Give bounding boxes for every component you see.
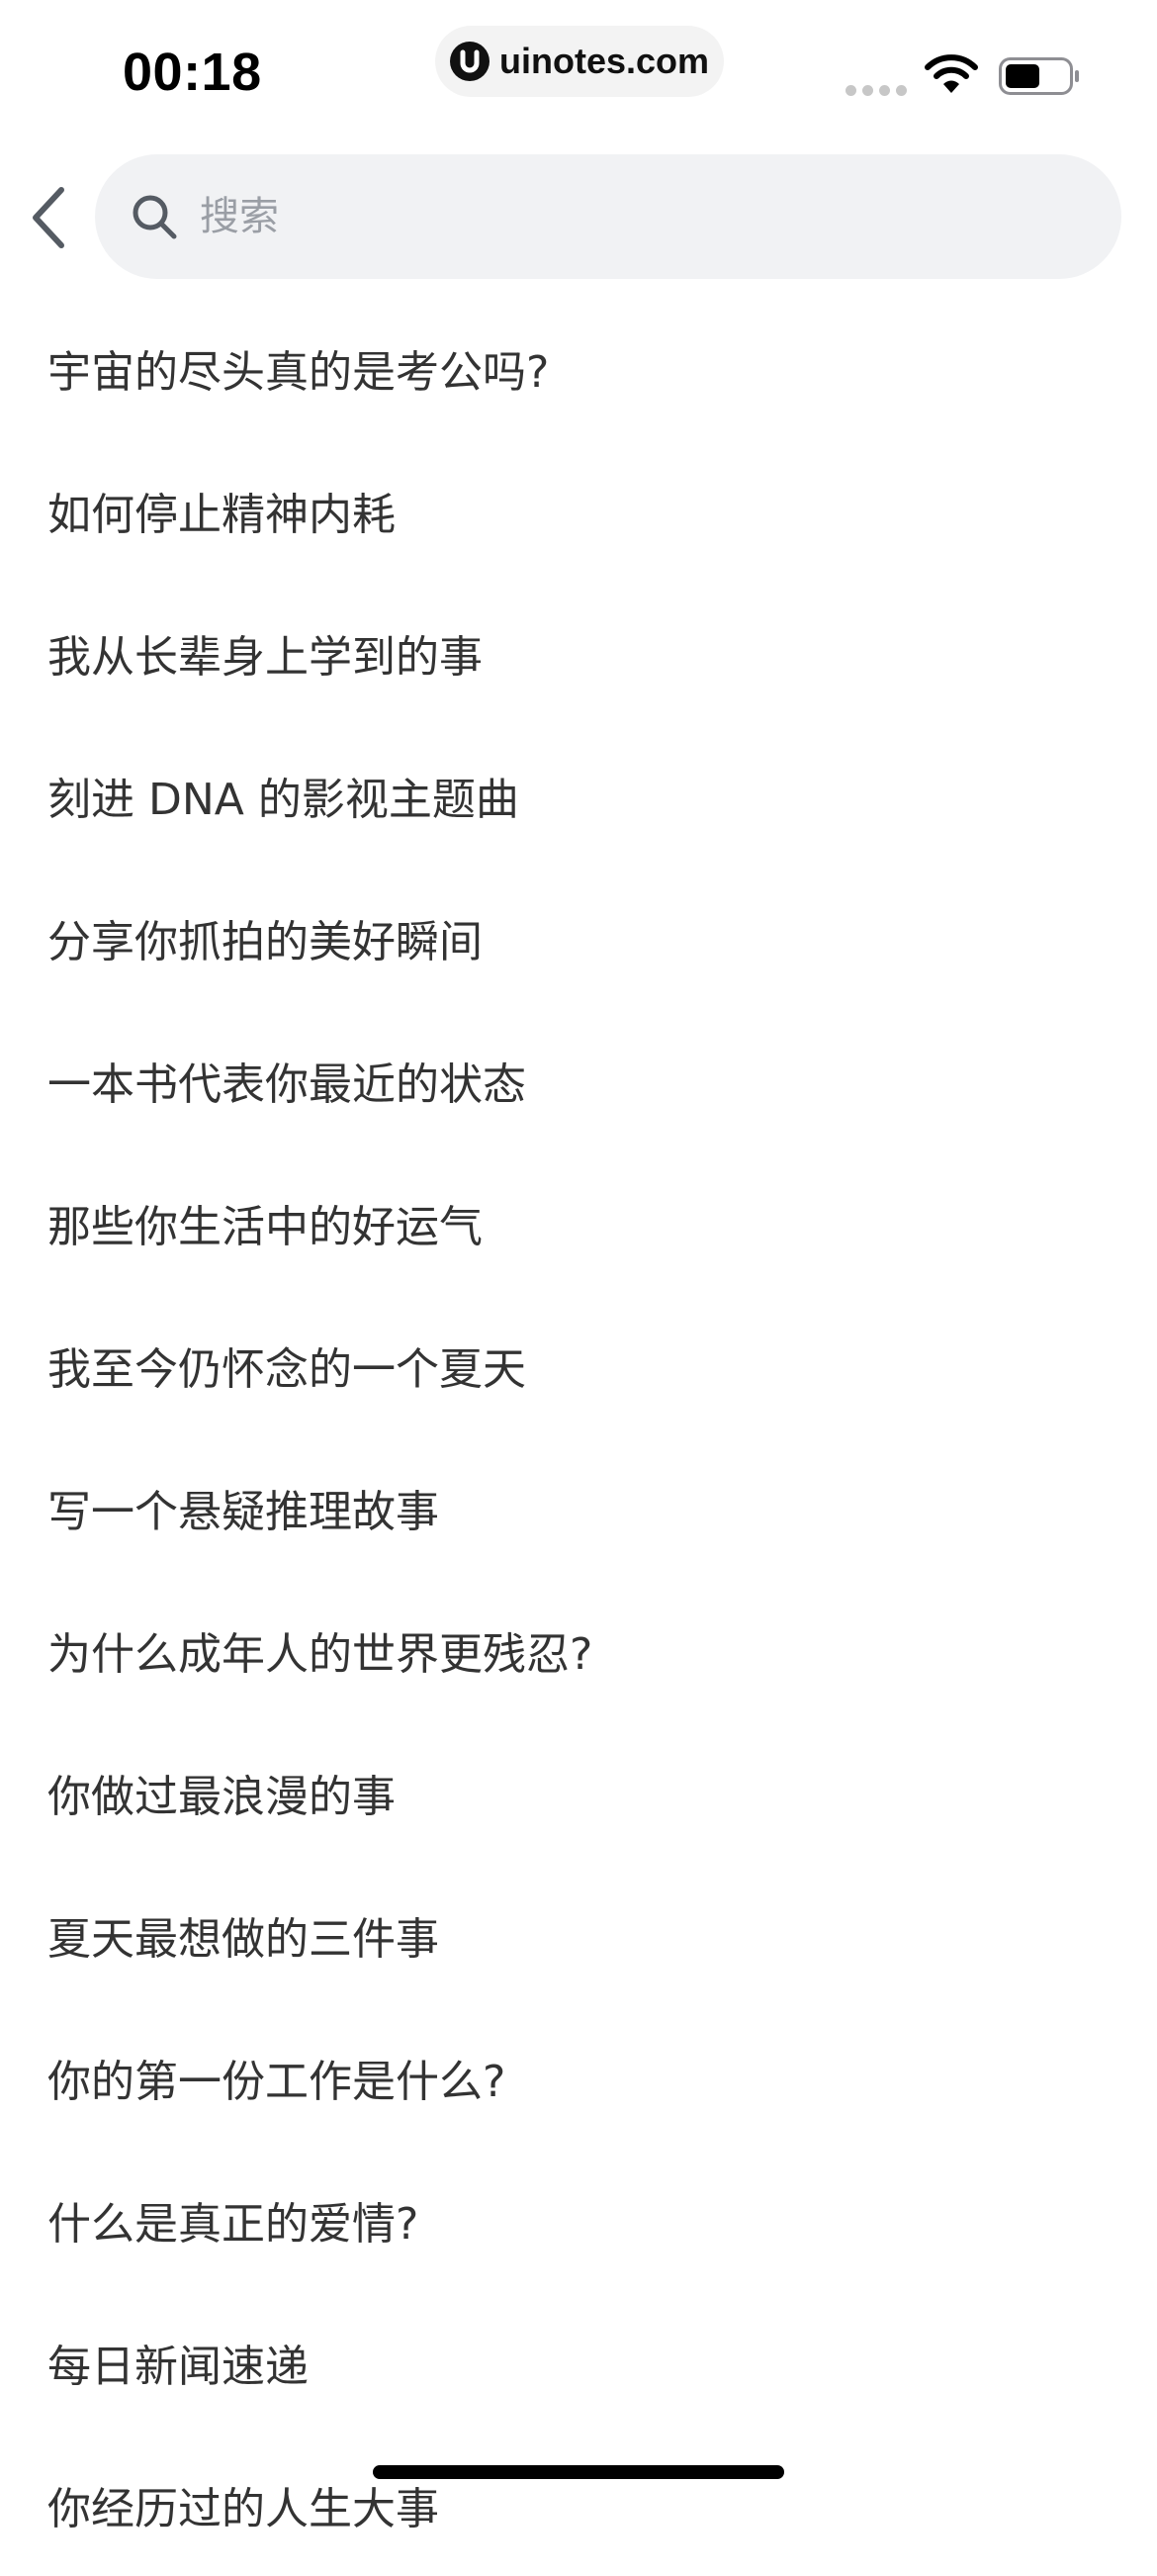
list-item[interactable]: 你经历过的人生大事: [0, 2434, 1157, 2576]
back-button[interactable]: [18, 178, 77, 257]
search-icon: [133, 195, 177, 239]
list-item[interactable]: 你做过最浪漫的事: [0, 1721, 1157, 1864]
list-item[interactable]: 我从长辈身上学到的事: [0, 582, 1157, 724]
search-box[interactable]: [95, 154, 1121, 279]
list-item[interactable]: 写一个悬疑推理故事: [0, 1436, 1157, 1579]
list-item[interactable]: 宇宙的尽头真的是考公吗?: [0, 297, 1157, 439]
wifi-icon: [925, 54, 978, 93]
chevron-left-icon: [33, 187, 64, 248]
search-input[interactable]: [200, 194, 1070, 239]
home-indicator[interactable]: [373, 2465, 784, 2479]
list-item[interactable]: 分享你抓拍的美好瞬间: [0, 867, 1157, 1009]
status-bar: 00:18 uinotes.com: [0, 0, 1157, 148]
list-item[interactable]: 如何停止精神内耗: [0, 439, 1157, 582]
list-item[interactable]: 一本书代表你最近的状态: [0, 1009, 1157, 1151]
url-pill[interactable]: uinotes.com: [435, 26, 724, 97]
uinotes-logo-icon: [449, 42, 490, 81]
list-item[interactable]: 那些你生活中的好运气: [0, 1151, 1157, 1294]
url-text: uinotes.com: [498, 41, 710, 81]
battery-icon: [999, 57, 1079, 95]
list-item[interactable]: 刻进 DNA 的影视主题曲: [0, 724, 1157, 867]
cellular-signal-icon: [846, 85, 907, 96]
list-item[interactable]: 我至今仍怀念的一个夏天: [0, 1294, 1157, 1436]
status-time: 00:18: [123, 43, 262, 102]
suggestion-list: 宇宙的尽头真的是考公吗? 如何停止精神内耗 我从长辈身上学到的事 刻进 DNA …: [0, 297, 1157, 2576]
list-item[interactable]: 夏天最想做的三件事: [0, 1864, 1157, 2006]
list-item[interactable]: 什么是真正的爱情?: [0, 2149, 1157, 2291]
list-item[interactable]: 你的第一份工作是什么?: [0, 2006, 1157, 2149]
list-item[interactable]: 每日新闻速递: [0, 2291, 1157, 2434]
list-item[interactable]: 为什么成年人的世界更残忍?: [0, 1579, 1157, 1721]
